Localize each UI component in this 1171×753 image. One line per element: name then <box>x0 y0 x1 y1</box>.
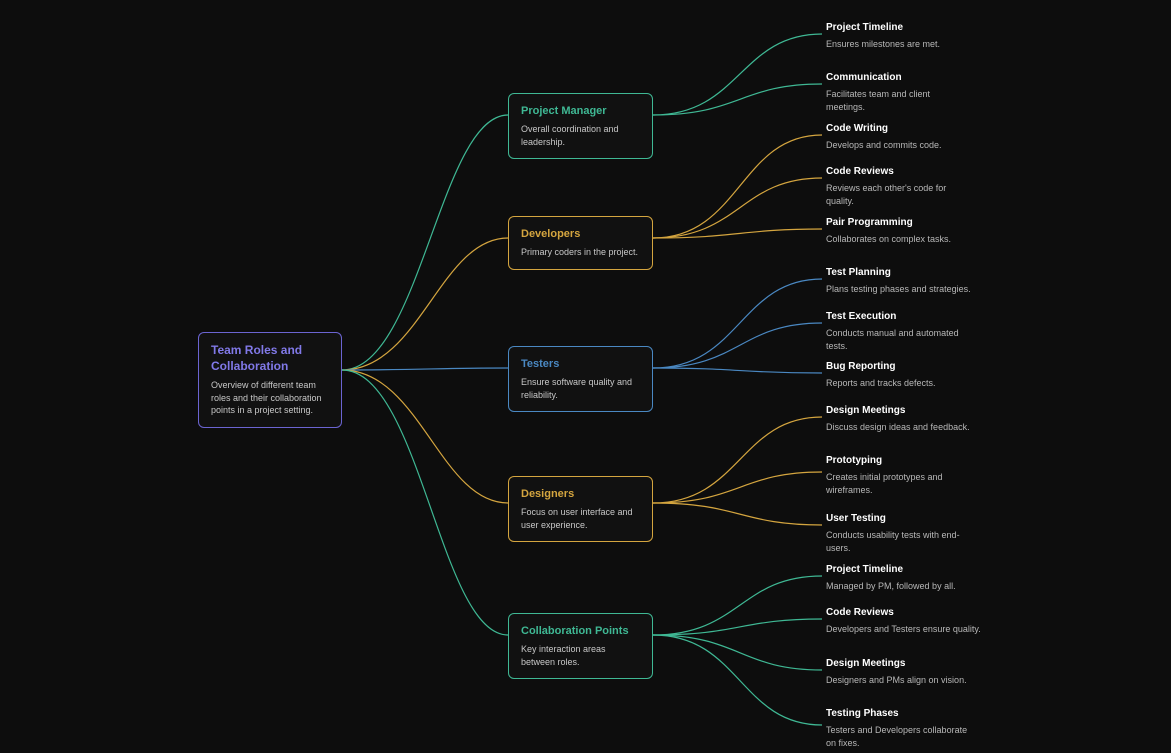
leaf-title: Testing Phases <box>826 707 976 720</box>
leaf-desc: Collaborates on complex tasks. <box>826 233 966 246</box>
leaf-title: Project Timeline <box>826 563 976 576</box>
leaf-dev-1[interactable]: Code Reviews Reviews each other's code f… <box>826 165 971 207</box>
leaf-desc: Reviews each other's code for quality. <box>826 182 971 207</box>
branch-pm-desc: Overall coordination and leadership. <box>521 123 640 148</box>
leaf-title: User Testing <box>826 512 981 525</box>
leaf-collab-2[interactable]: Design Meetings Designers and PMs align … <box>826 657 976 687</box>
leaf-des-1[interactable]: Prototyping Creates initial prototypes a… <box>826 454 966 496</box>
leaf-desc: Managed by PM, followed by all. <box>826 580 976 593</box>
branch-des-title: Designers <box>521 487 640 501</box>
leaf-desc: Developers and Testers ensure quality. <box>826 623 981 636</box>
leaf-collab-3[interactable]: Testing Phases Testers and Developers co… <box>826 707 976 749</box>
leaf-title: Design Meetings <box>826 657 976 670</box>
branch-dev-desc: Primary coders in the project. <box>521 246 640 259</box>
leaf-desc: Plans testing phases and strategies. <box>826 283 976 296</box>
leaf-title: Test Planning <box>826 266 976 279</box>
branch-dev[interactable]: Developers Primary coders in the project… <box>508 216 653 270</box>
leaf-pm-1[interactable]: Communication Facilitates team and clien… <box>826 71 966 113</box>
leaf-title: Design Meetings <box>826 404 976 417</box>
branch-collab-title: Collaboration Points <box>521 624 640 638</box>
branch-collab-desc: Key interaction areas between roles. <box>521 643 640 668</box>
leaf-title: Communication <box>826 71 966 84</box>
branch-pm-title: Project Manager <box>521 104 640 118</box>
leaf-title: Project Timeline <box>826 21 966 34</box>
branch-test-desc: Ensure software quality and reliability. <box>521 376 640 401</box>
leaf-desc: Reports and tracks defects. <box>826 377 966 390</box>
branch-test-title: Testers <box>521 357 640 371</box>
leaf-desc: Facilitates team and client meetings. <box>826 88 966 113</box>
leaf-title: Test Execution <box>826 310 981 323</box>
leaf-des-0[interactable]: Design Meetings Discuss design ideas and… <box>826 404 976 434</box>
leaf-title: Code Reviews <box>826 165 971 178</box>
leaf-title: Pair Programming <box>826 216 966 229</box>
leaf-title: Prototyping <box>826 454 966 467</box>
root-title: Team Roles and Collaboration <box>211 343 329 374</box>
leaf-desc: Designers and PMs align on vision. <box>826 674 976 687</box>
leaf-collab-1[interactable]: Code Reviews Developers and Testers ensu… <box>826 606 981 636</box>
leaf-desc: Testers and Developers collaborate on fi… <box>826 724 976 749</box>
branch-collab[interactable]: Collaboration Points Key interaction are… <box>508 613 653 679</box>
leaf-collab-0[interactable]: Project Timeline Managed by PM, followed… <box>826 563 976 593</box>
branch-test[interactable]: Testers Ensure software quality and reli… <box>508 346 653 412</box>
leaf-dev-0[interactable]: Code Writing Develops and commits code. <box>826 122 966 152</box>
leaf-test-2[interactable]: Bug Reporting Reports and tracks defects… <box>826 360 966 390</box>
leaf-desc: Conducts manual and automated tests. <box>826 327 981 352</box>
root-node[interactable]: Team Roles and Collaboration Overview of… <box>198 332 342 428</box>
leaf-test-0[interactable]: Test Planning Plans testing phases and s… <box>826 266 976 296</box>
branch-des[interactable]: Designers Focus on user interface and us… <box>508 476 653 542</box>
leaf-desc: Conducts usability tests with end-users. <box>826 529 981 554</box>
leaf-pm-0[interactable]: Project Timeline Ensures milestones are … <box>826 21 966 51</box>
branch-dev-title: Developers <box>521 227 640 241</box>
leaf-desc: Discuss design ideas and feedback. <box>826 421 976 434</box>
leaf-title: Code Writing <box>826 122 966 135</box>
leaf-desc: Develops and commits code. <box>826 139 966 152</box>
leaf-test-1[interactable]: Test Execution Conducts manual and autom… <box>826 310 981 352</box>
leaf-desc: Ensures milestones are met. <box>826 38 966 51</box>
branch-des-desc: Focus on user interface and user experie… <box>521 506 640 531</box>
leaf-title: Code Reviews <box>826 606 981 619</box>
root-desc: Overview of different team roles and the… <box>211 379 329 417</box>
branch-pm[interactable]: Project Manager Overall coordination and… <box>508 93 653 159</box>
leaf-dev-2[interactable]: Pair Programming Collaborates on complex… <box>826 216 966 246</box>
leaf-des-2[interactable]: User Testing Conducts usability tests wi… <box>826 512 981 554</box>
leaf-title: Bug Reporting <box>826 360 966 373</box>
leaf-desc: Creates initial prototypes and wireframe… <box>826 471 966 496</box>
